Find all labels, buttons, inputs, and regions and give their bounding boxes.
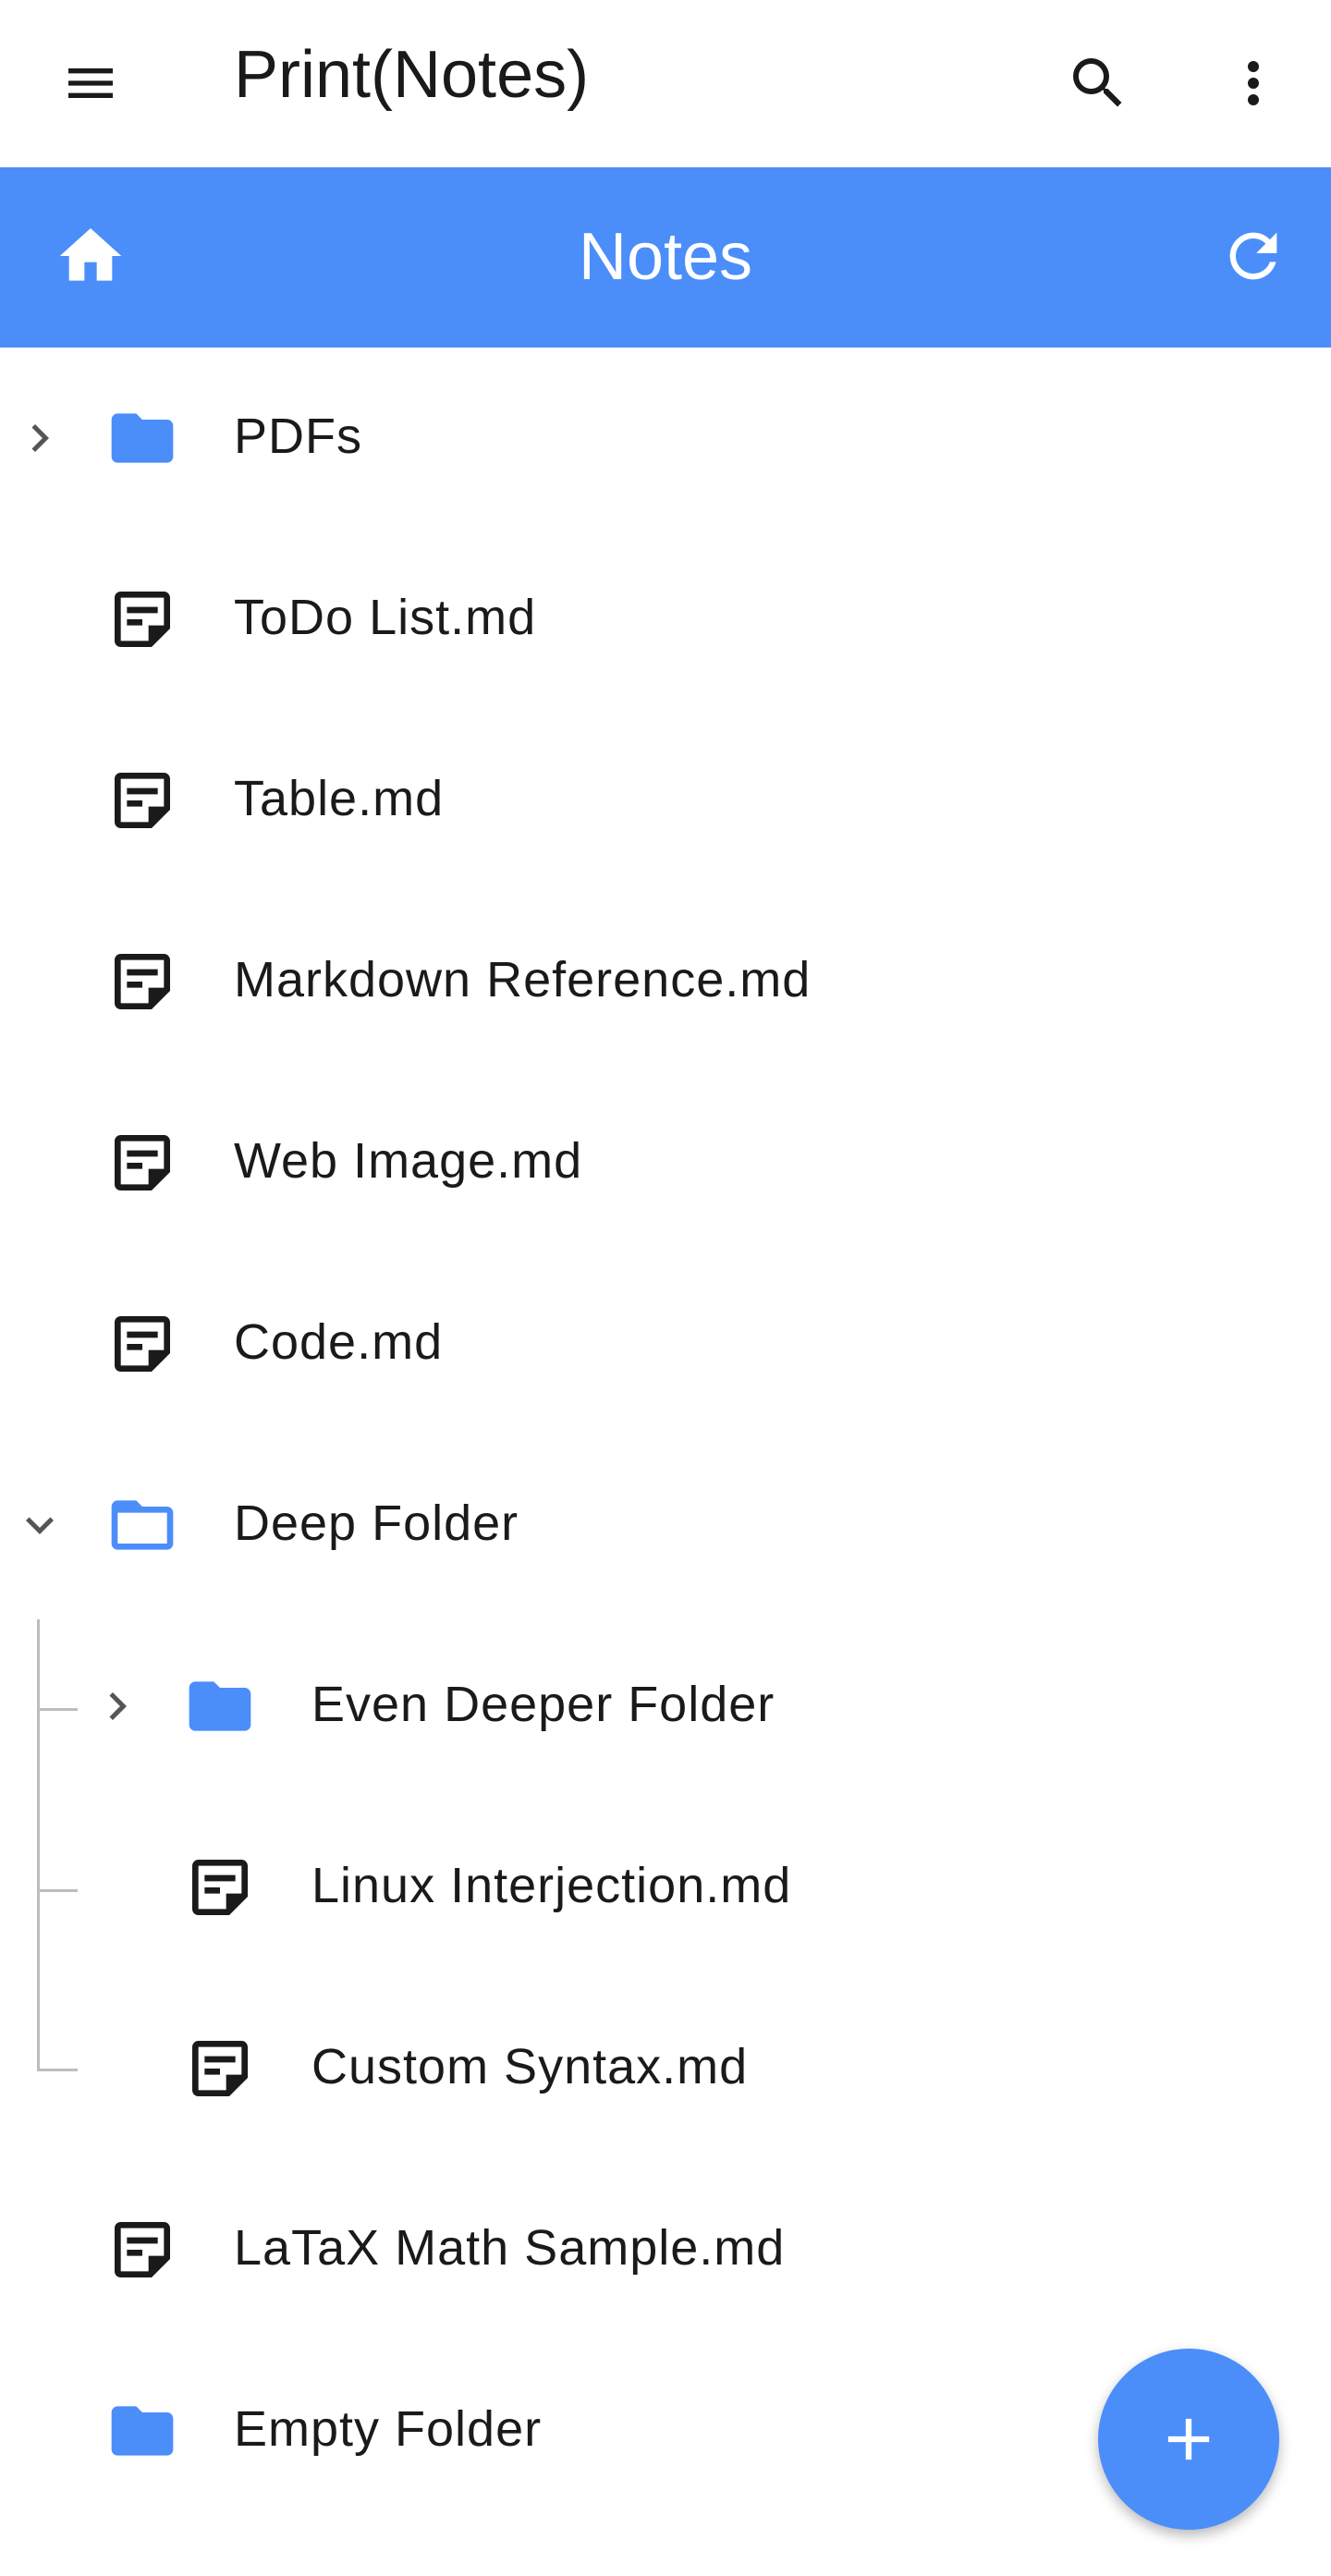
tree-item-label: LaTaX Math Sample.md: [234, 2220, 786, 2276]
note-icon: [183, 2032, 257, 2106]
tree-item-note[interactable]: Table.md: [0, 710, 1331, 891]
tree-item-note[interactable]: Code.md: [0, 1253, 1331, 1435]
folder-icon: [105, 401, 179, 475]
chevron-right-icon[interactable]: [85, 1674, 150, 1739]
app-root: Print(Notes) Notes PDFs ToDo List.md Tab…: [0, 0, 1331, 2576]
top-app-bar: Print(Notes): [0, 0, 1331, 167]
tree-item-label: Deep Folder: [234, 1496, 519, 1551]
note-icon: [105, 2213, 179, 2287]
tree-item-note[interactable]: LaTaX Math Sample.md: [0, 2159, 1331, 2340]
note-icon: [105, 1307, 179, 1381]
tree-item-label: Custom Syntax.md: [311, 2039, 749, 2094]
tree-item-even-deeper-folder[interactable]: Even Deeper Folder: [0, 1616, 1331, 1797]
tree-item-note[interactable]: Custom Syntax.md: [0, 1978, 1331, 2159]
tree-item-label: Web Image.md: [234, 1133, 583, 1189]
tree-item-label: Markdown Reference.md: [234, 952, 812, 1007]
notes-header: Notes: [0, 167, 1331, 348]
tree-item-label: Code.md: [234, 1314, 444, 1370]
tree-item-note[interactable]: Web Image.md: [0, 1072, 1331, 1253]
note-icon: [105, 945, 179, 1019]
note-icon: [105, 763, 179, 837]
add-note-fab[interactable]: [1098, 2349, 1279, 2530]
tree-item-label: Table.md: [234, 771, 445, 826]
folder-icon: [105, 2394, 179, 2468]
plus-icon: [1154, 2404, 1224, 2474]
tree-item-note[interactable]: Markdown Reference.md: [0, 891, 1331, 1072]
refresh-icon[interactable]: [1209, 212, 1298, 300]
tree-item-note[interactable]: ToDo List.md: [0, 529, 1331, 710]
tree-item-deep-folder[interactable]: Deep Folder: [0, 1435, 1331, 1616]
note-icon: [105, 582, 179, 656]
note-icon: [183, 1850, 257, 1924]
tree-item-label: PDFs: [234, 409, 362, 464]
header-title: Notes: [578, 220, 753, 294]
tree-item-label: ToDo List.md: [234, 590, 537, 645]
tree-item-pdfs[interactable]: PDFs: [0, 348, 1331, 529]
folder-icon: [183, 1669, 257, 1743]
tree-item-label: Even Deeper Folder: [311, 1677, 775, 1732]
tree-item-label: Linux Interjection.md: [311, 1858, 792, 1913]
hamburger-menu-icon[interactable]: [46, 39, 135, 128]
folder-open-icon: [105, 1488, 179, 1562]
chevron-right-icon[interactable]: [7, 406, 72, 470]
note-icon: [105, 1126, 179, 1200]
search-icon[interactable]: [1054, 39, 1142, 128]
chevron-down-icon[interactable]: [7, 1493, 72, 1557]
app-title: Print(Notes): [234, 38, 590, 112]
more-vert-icon[interactable]: [1209, 39, 1298, 128]
tree-item-label: Empty Folder: [234, 2401, 543, 2457]
tree-item-note[interactable]: Linux Interjection.md: [0, 1797, 1331, 1978]
